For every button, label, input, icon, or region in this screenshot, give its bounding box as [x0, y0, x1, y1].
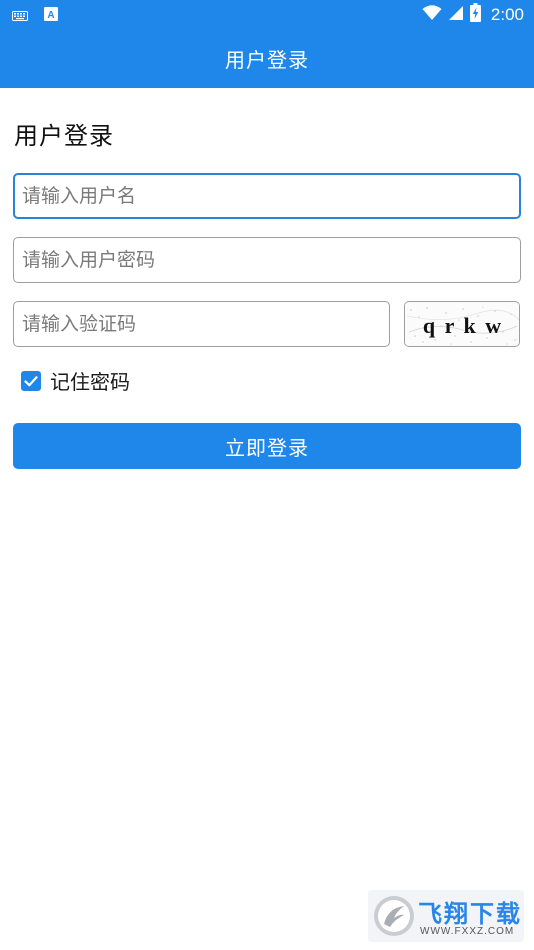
captcha-text: q r k w	[423, 313, 503, 338]
watermark-logo-icon	[374, 896, 414, 936]
watermark: 飞翔下载 WWW.FXXZ.COM	[368, 890, 524, 942]
svg-text:A: A	[47, 10, 54, 21]
password-input[interactable]	[13, 237, 521, 283]
remember-password-label: 记住密码	[50, 370, 130, 394]
checkmark-icon	[24, 375, 38, 386]
page-title: 用户登录	[14, 122, 114, 150]
app-bar-title: 用户登录	[225, 47, 309, 72]
login-screen: A 2:00 用户登录 用户登录 请输入用户名 请输入验证码 q r k w 记…	[0, 0, 534, 950]
login-button[interactable]: 立即登录	[13, 423, 521, 469]
remember-password-checkbox[interactable]	[21, 370, 41, 391]
watermark-url: WWW.FXXZ.COM	[420, 926, 515, 937]
status-time: 2:00	[490, 4, 524, 24]
username-input[interactable]	[13, 173, 521, 219]
status-bar: A 2:00	[0, 0, 534, 28]
font-a-icon: A	[44, 6, 58, 25]
signal-icon	[448, 5, 464, 25]
battery-charging-icon	[469, 3, 481, 26]
status-bar-right: 2:00	[422, 3, 524, 26]
app-bar: 用户登录	[0, 28, 534, 88]
captcha-input[interactable]	[13, 301, 390, 347]
keyboard-icon	[12, 6, 28, 25]
captcha-image[interactable]: q r k w	[404, 301, 520, 347]
wifi-icon	[422, 4, 442, 25]
watermark-brand: 飞翔下载	[418, 900, 522, 928]
status-bar-left: A	[12, 6, 58, 25]
remember-password-option[interactable]: 记住密码	[21, 366, 130, 395]
